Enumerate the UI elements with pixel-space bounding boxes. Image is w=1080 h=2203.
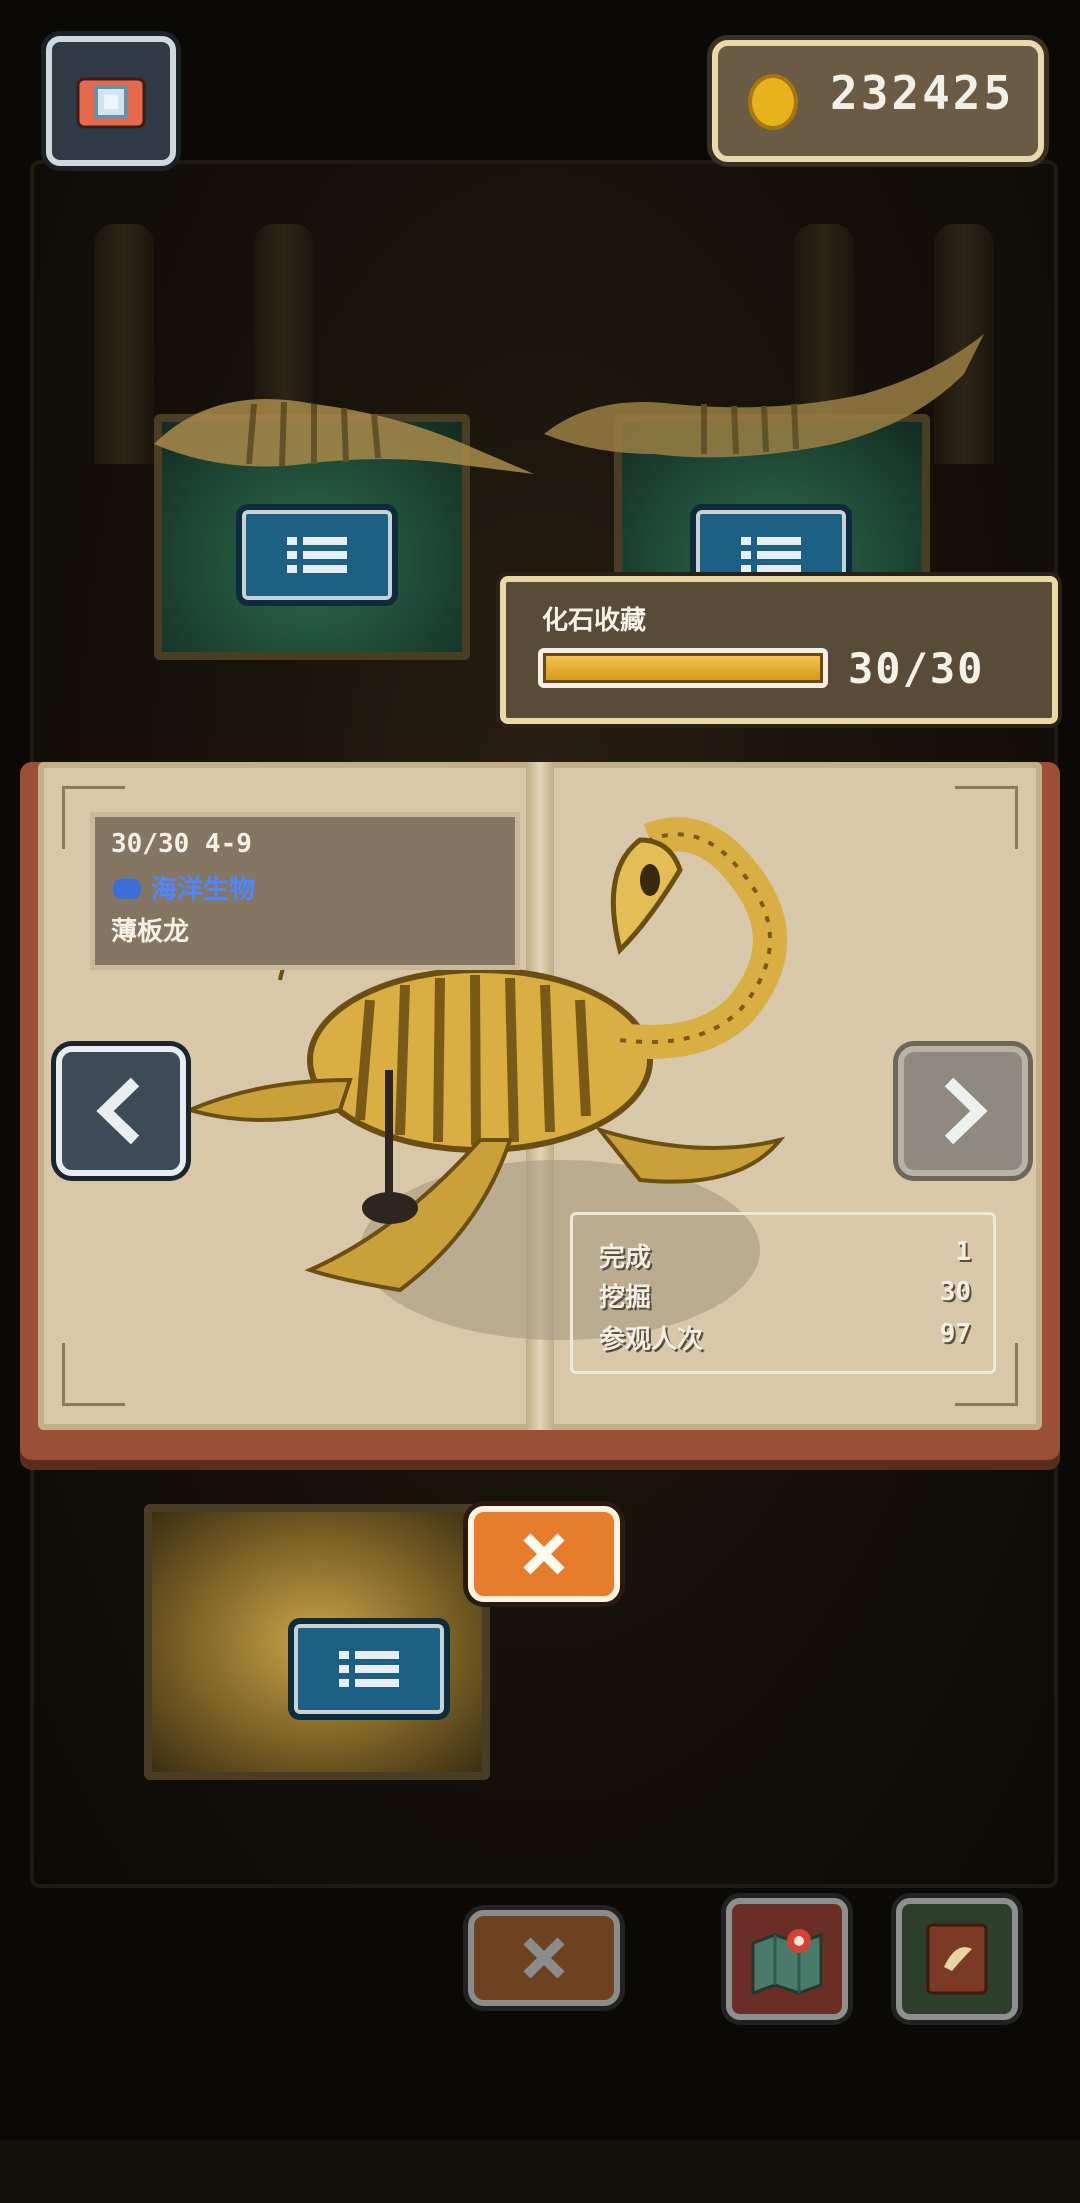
- map-button[interactable]: [726, 1898, 848, 2020]
- stat-visitors-label: 参观人次: [599, 1325, 704, 1355]
- list-button[interactable]: [288, 1618, 450, 1720]
- ocean-category-icon: [113, 879, 141, 899]
- collection-progress-bar: [538, 648, 828, 688]
- camera-button[interactable]: [46, 36, 176, 166]
- coin-counter: 232425: [712, 40, 1044, 162]
- stat-completed-label: 完成: [599, 1243, 652, 1273]
- next-fossil-button[interactable]: [898, 1046, 1028, 1176]
- stat-dig-value: 30: [939, 1277, 971, 1307]
- coin-amount: 232425: [830, 66, 1015, 120]
- previous-fossil-button[interactable]: [56, 1046, 186, 1176]
- stat-visitors-value: 97: [939, 1319, 971, 1349]
- camera-icon: [76, 77, 146, 129]
- chevron-left-icon: [96, 1077, 140, 1145]
- fossil-name: 薄板龙: [111, 917, 190, 947]
- map-icon: [751, 1929, 823, 1996]
- fossil-info-card: 30/30 4-9 海洋生物 薄板龙: [90, 812, 520, 970]
- gold-coin-icon: [748, 74, 798, 130]
- collection-title: 化石收藏: [542, 606, 647, 636]
- bottom-close-button[interactable]: [468, 1910, 620, 2006]
- close-icon: [523, 1937, 565, 1979]
- fossil-journal-icon: [926, 1923, 988, 1995]
- stat-dig-label: 挖掘: [599, 1283, 652, 1313]
- list-icon: [741, 537, 801, 573]
- collection-progress-fill: [543, 653, 823, 683]
- fossil-skeleton-icon: [544, 334, 984, 458]
- chevron-right-icon: [944, 1077, 988, 1145]
- close-icon: [523, 1533, 565, 1575]
- journal-button[interactable]: [896, 1898, 1018, 2020]
- close-button[interactable]: [468, 1506, 620, 1602]
- fossil-collection-panel: 化石收藏 30/30: [500, 576, 1058, 724]
- fossil-skeleton-icon: [154, 399, 534, 474]
- stat-completed-value: 1: [955, 1237, 971, 1267]
- page-corner-ornament: [62, 1343, 125, 1406]
- list-button[interactable]: [236, 504, 398, 606]
- list-icon: [287, 537, 347, 573]
- list-icon: [339, 1651, 399, 1687]
- bottom-bar: [0, 2140, 1080, 2203]
- fossil-category: 海洋生物: [151, 875, 256, 905]
- fossil-stats-box: 完成 1 挖掘 30 参观人次 97: [570, 1212, 996, 1374]
- collection-count: 30/30: [848, 644, 985, 693]
- fossil-code: 30/30 4-9: [111, 829, 252, 859]
- page-corner-ornament: [955, 786, 1018, 849]
